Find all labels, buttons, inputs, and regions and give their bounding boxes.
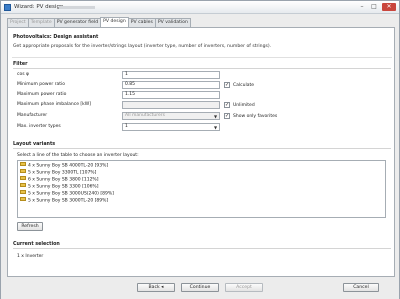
cos-phi-label: cos φ (17, 72, 29, 77)
unlimited-label: Unlimited (233, 103, 255, 108)
list-item[interactable]: 5 x Sunny Boy SB 3000TL-20 [89%] (20, 197, 109, 204)
list-item-label: 5 x Sunny Boy SB 3000US(240) [89%] (28, 191, 114, 197)
title-bar[interactable]: Wizard: PV design – □ ✕ (1, 1, 399, 14)
cancel-button[interactable]: Cancel (343, 283, 379, 292)
accept-button: Accept (225, 283, 263, 292)
min-power-ratio-input[interactable]: 0.85 (122, 81, 220, 89)
layout-variants-hint: Select a line of the table to choose an … (17, 153, 139, 158)
manufacturer-value: All manufacturers (125, 113, 166, 118)
minimize-icon[interactable]: – (357, 3, 367, 11)
manufacturer-label: Manufacturer (17, 113, 48, 118)
back-button[interactable]: Back ◂ (137, 283, 175, 292)
max-phase-imbalance-label: Maximum phase imbalance [kW] (17, 102, 91, 107)
panel-title: Photovoltaics: Design assistant (13, 35, 99, 40)
folder-icon (20, 162, 26, 166)
chevron-down-icon: ▼ (213, 114, 218, 119)
layout-variants-list[interactable]: 4 x Sunny Boy SB 4000TL-20 [93%] 5 x Sun… (17, 160, 386, 218)
list-item[interactable]: 5 x Sunny Boy SB 3300 [106%] (20, 183, 99, 190)
continue-button[interactable]: Continue (181, 283, 219, 292)
tab-template: Template (27, 18, 55, 27)
current-selection-divider (13, 248, 391, 249)
list-item-label: 5 x Sunny Boy SB 3000TL-20 [89%] (28, 198, 109, 204)
list-item[interactable]: 5 x Sunny Boy SB 3000US(240) [89%] (20, 190, 114, 197)
wizard-window: Wizard: PV design – □ ✕ Project Template… (0, 0, 400, 299)
current-selection-value: 1 x Inverter (17, 254, 44, 259)
list-item-label: 5 x Sunny Boy SB 3300 [106%] (28, 184, 99, 190)
calculate-checkbox[interactable]: ✓ (224, 82, 230, 88)
show-only-favorites-label: Show only favorites (233, 114, 278, 119)
folder-icon (20, 169, 26, 173)
manufacturer-select[interactable]: All manufacturers ▼ (122, 112, 220, 120)
chevron-down-icon: ▼ (213, 125, 218, 130)
folder-icon (20, 197, 26, 201)
window-title: Wizard: PV design (14, 4, 64, 10)
max-inverter-types-value: 1 (125, 124, 128, 129)
tab-pv-cables[interactable]: PV cables (127, 18, 156, 27)
max-inverter-types-label: Max. inverter types (17, 124, 61, 129)
folder-icon (20, 190, 26, 194)
min-power-ratio-label: Minimum power ratio (17, 82, 65, 87)
show-only-favorites-checkbox[interactable]: ✓ (224, 113, 230, 119)
list-item[interactable]: 5 x Sunny Boy 3300TL [107%] (20, 169, 97, 176)
folder-icon (20, 183, 26, 187)
panel-subtitle: Get appropriate proposals for the invert… (13, 44, 272, 49)
tab-pv-validation[interactable]: PV validation (154, 18, 191, 27)
list-item[interactable]: 4 x Sunny Boy SB 4000TL-20 [93%] (20, 162, 109, 169)
current-selection-title: Current selection (13, 242, 60, 247)
max-phase-imbalance-input[interactable] (122, 101, 220, 109)
layout-variants-title: Layout variants (13, 142, 56, 147)
max-inverter-types-select[interactable]: 1 ▼ (122, 123, 220, 131)
tab-project: Project (7, 18, 29, 27)
tab-pv-generator-field[interactable]: PV generator field (53, 18, 102, 27)
title-blurred-text (59, 6, 95, 9)
layout-variants-divider (13, 148, 391, 149)
calculate-label: Calculate (233, 83, 255, 88)
panel-header: Photovoltaics: Design assistant Get appr… (12, 32, 392, 58)
close-icon[interactable]: ✕ (382, 3, 396, 11)
list-item-label: 6 x Sunny Boy SB 3800 [112%] (28, 177, 99, 183)
filter-section-title: Filter (13, 62, 28, 67)
maximize-icon[interactable]: □ (369, 3, 379, 11)
button-bar: Back ◂ Continue Accept Cancel (1, 279, 399, 299)
unlimited-checkbox[interactable]: ✓ (224, 102, 230, 108)
tab-pv-design[interactable]: PV design (100, 17, 129, 27)
max-power-ratio-input[interactable]: 1.15 (122, 91, 220, 99)
tab-bar: Project Template PV generator field PV d… (7, 17, 191, 27)
back-label: Back (148, 285, 160, 290)
list-item[interactable]: 6 x Sunny Boy SB 3800 [112%] (20, 176, 99, 183)
pv-design-panel: Photovoltaics: Design assistant Get appr… (7, 27, 395, 277)
refresh-button[interactable]: Refresh (17, 222, 43, 231)
cos-phi-input[interactable]: 1 (122, 71, 220, 79)
folder-icon (20, 176, 26, 180)
list-item-label: 4 x Sunny Boy SB 4000TL-20 [93%] (28, 163, 109, 169)
filter-divider (13, 68, 391, 69)
list-item-label: 5 x Sunny Boy 3300TL [107%] (28, 170, 97, 176)
max-power-ratio-label: Maximum power ratio (17, 92, 67, 97)
app-icon (4, 4, 11, 11)
